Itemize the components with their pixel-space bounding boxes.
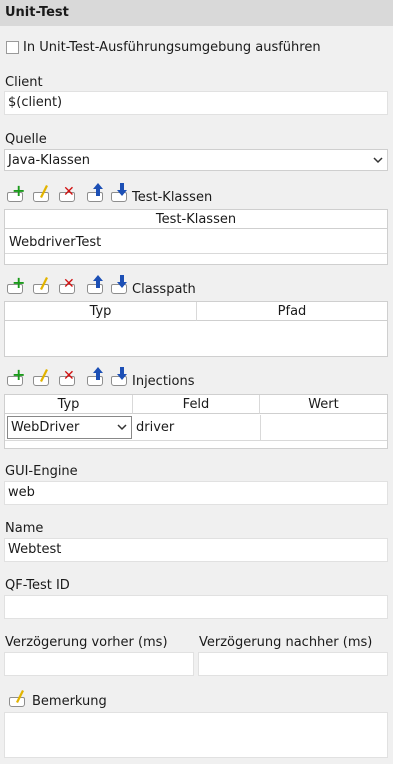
- client-field[interactable]: $(client): [4, 91, 388, 115]
- injections-column-typ[interactable]: Typ: [5, 395, 133, 414]
- delay-before-field[interactable]: [4, 652, 194, 676]
- panel-header: Unit-Test: [0, 0, 393, 26]
- gui-engine-field[interactable]: web: [4, 481, 388, 505]
- test-classes-table[interactable]: Test-Klassen WebdriverTest: [4, 209, 388, 265]
- source-selected: Java-Klassen: [8, 153, 91, 168]
- client-label: Client: [5, 75, 43, 90]
- run-in-env-checkbox[interactable]: [6, 41, 19, 54]
- test-classes-toolbar: + ✕ Test-Klassen: [6, 183, 216, 205]
- injections-section-label: Injections: [132, 374, 195, 389]
- classpath-toolbar: + ✕ Classpath: [6, 275, 216, 297]
- move-down-icon[interactable]: [110, 275, 130, 295]
- chevron-down-icon: [117, 424, 127, 431]
- move-up-icon[interactable]: [86, 183, 106, 203]
- test-classes-row-1[interactable]: WebdriverTest: [9, 235, 101, 250]
- test-classes-section-label: Test-Klassen: [132, 190, 213, 205]
- test-classes-column-header[interactable]: Test-Klassen: [5, 210, 387, 229]
- classpath-section-label: Classpath: [132, 282, 196, 297]
- edit-icon[interactable]: [32, 369, 52, 387]
- classpath-column-typ[interactable]: Typ: [5, 302, 197, 321]
- delete-icon[interactable]: ✕: [58, 368, 78, 387]
- delete-icon[interactable]: ✕: [58, 276, 78, 295]
- edit-comment-icon[interactable]: [8, 690, 28, 708]
- comment-textarea[interactable]: [4, 712, 388, 758]
- qf-test-id-label: QF-Test ID: [5, 578, 70, 593]
- injection-type-value: WebDriver: [11, 420, 80, 435]
- delete-icon[interactable]: ✕: [58, 184, 78, 203]
- source-select[interactable]: Java-Klassen: [4, 149, 388, 171]
- edit-icon[interactable]: [32, 185, 52, 203]
- move-up-icon[interactable]: [86, 367, 106, 387]
- comment-label: Bemerkung: [32, 694, 107, 709]
- injections-column-feld[interactable]: Feld: [133, 395, 260, 414]
- injection-field-value[interactable]: driver: [136, 420, 174, 435]
- add-icon[interactable]: +: [6, 183, 26, 203]
- delay-after-field[interactable]: [198, 652, 388, 676]
- move-up-icon[interactable]: [86, 275, 106, 295]
- injections-table[interactable]: Typ Feld Wert WebDriver driver: [4, 394, 388, 449]
- move-down-icon[interactable]: [110, 367, 130, 387]
- name-field[interactable]: Webtest: [4, 538, 388, 562]
- delay-after-label: Verzögerung nachher (ms): [199, 635, 373, 650]
- source-label: Quelle: [5, 132, 47, 147]
- gui-engine-label: GUI-Engine: [5, 464, 78, 479]
- chevron-down-icon: [373, 157, 383, 164]
- run-in-env-label: In Unit-Test-Ausführungsumgebung ausführ…: [23, 40, 321, 55]
- row-divider: [5, 253, 387, 254]
- name-label: Name: [5, 521, 44, 536]
- classpath-column-pfad[interactable]: Pfad: [197, 302, 387, 321]
- add-icon[interactable]: +: [6, 367, 26, 387]
- injections-toolbar: + ✕ Injections: [6, 367, 216, 389]
- panel-title: Unit-Test: [5, 5, 69, 20]
- injection-type-select[interactable]: WebDriver: [7, 416, 132, 439]
- move-down-icon[interactable]: [110, 183, 130, 203]
- injections-column-wert[interactable]: Wert: [260, 395, 387, 414]
- cell-divider: [260, 415, 261, 440]
- edit-icon[interactable]: [32, 277, 52, 295]
- add-icon[interactable]: +: [6, 275, 26, 295]
- row-divider: [5, 440, 387, 441]
- classpath-table[interactable]: Typ Pfad: [4, 301, 388, 357]
- delay-before-label: Verzögerung vorher (ms): [5, 635, 168, 650]
- qf-test-id-field[interactable]: [4, 595, 388, 619]
